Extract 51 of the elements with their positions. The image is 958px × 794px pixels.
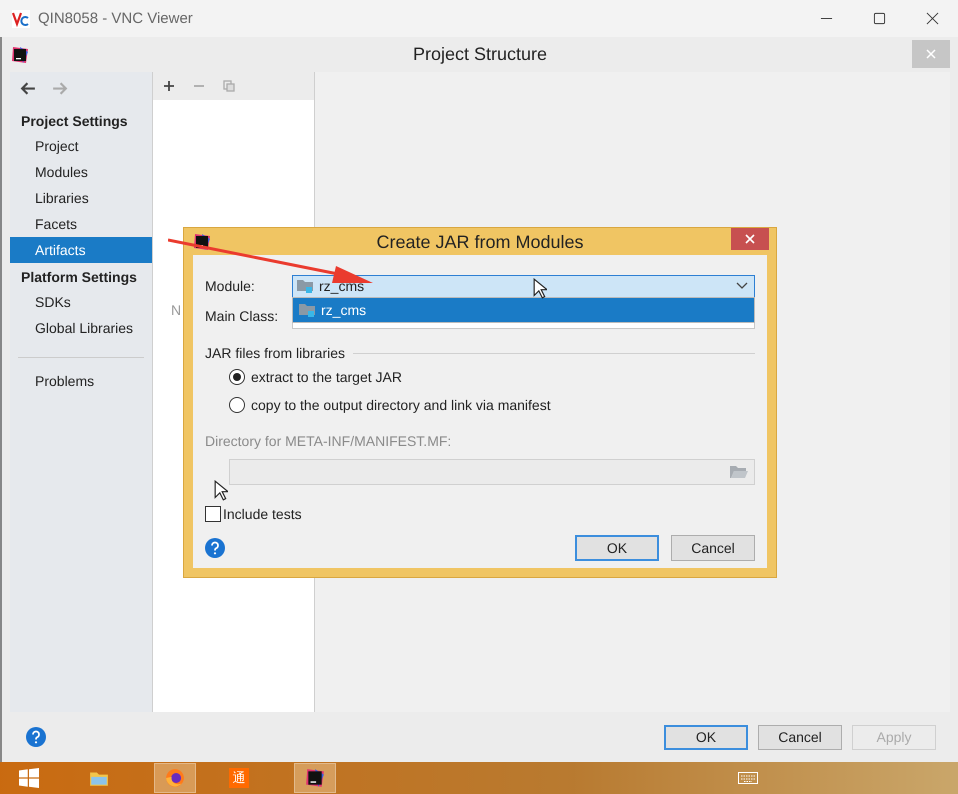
- radio-label: copy to the output directory and link via manifest: [251, 397, 551, 413]
- back-arrow-icon[interactable]: [20, 80, 37, 97]
- intellij-logo-icon[interactable]: [305, 768, 325, 788]
- add-icon[interactable]: [163, 80, 175, 92]
- module-folder-icon: [297, 279, 313, 293]
- help-icon[interactable]: [26, 727, 46, 747]
- close-button[interactable]: [731, 228, 769, 250]
- module-folder-icon: [299, 303, 315, 317]
- dialog-title: Create JAR from Modules: [376, 232, 584, 253]
- dialog-button[interactable]: Cancel: [671, 535, 755, 561]
- windows-logo-icon[interactable]: [19, 768, 39, 788]
- section-heading: Project Settings: [20, 112, 129, 131]
- dialog-button[interactable]: Cancel: [758, 724, 842, 750]
- group-title: JAR files from libraries: [205, 345, 346, 361]
- sidebar-item[interactable]: Problems: [10, 368, 152, 394]
- field-label: Main Class:: [205, 308, 280, 324]
- module-dropdown[interactable]: rz_cms: [292, 274, 755, 298]
- directory-field[interactable]: [229, 459, 755, 485]
- checkbox-label: Include tests: [223, 506, 302, 522]
- mouse-cursor-icon: [214, 480, 228, 501]
- browser-icon[interactable]: [165, 768, 185, 788]
- dialog-button[interactable]: OK: [575, 535, 659, 561]
- maximize-icon[interactable]: [873, 12, 886, 25]
- close-icon: [745, 234, 755, 244]
- sidebar-item[interactable]: Artifacts: [10, 237, 152, 263]
- window-title: Project Structure: [412, 44, 548, 65]
- close-icon: [926, 49, 936, 59]
- intellij-logo-icon: [11, 46, 29, 64]
- sidebar-item[interactable]: Libraries: [10, 185, 152, 211]
- dialog-button[interactable]: OK: [664, 724, 748, 750]
- radio-label: extract to the target JAR: [251, 369, 402, 385]
- keyboard-icon[interactable]: [738, 772, 758, 784]
- checkbox[interactable]: [205, 506, 221, 522]
- radio-button[interactable]: [229, 369, 245, 385]
- field-label: Module:: [205, 278, 256, 294]
- close-icon[interactable]: [926, 12, 939, 25]
- sidebar-item[interactable]: Global Libraries: [10, 315, 152, 341]
- intellij-logo-icon: [193, 232, 211, 250]
- dropdown-option[interactable]: rz_cms: [293, 298, 754, 322]
- section-heading: Platform Settings: [20, 268, 138, 287]
- sidebar-item[interactable]: Modules: [10, 159, 152, 185]
- empty-list-text: N: [171, 302, 182, 318]
- radio-button[interactable]: [229, 397, 245, 413]
- sidebar-item[interactable]: Facets: [10, 211, 152, 237]
- sidebar-item[interactable]: Project: [10, 133, 152, 159]
- help-icon[interactable]: [205, 538, 225, 558]
- sidebar-item[interactable]: SDKs: [10, 289, 152, 315]
- chevron-down-icon: [736, 282, 748, 290]
- app-logo-icon: [12, 10, 30, 28]
- window-title: QIN8058 - VNC Viewer: [38, 10, 193, 27]
- field-label: Directory for META-INF/MANIFEST.MF:: [205, 432, 452, 451]
